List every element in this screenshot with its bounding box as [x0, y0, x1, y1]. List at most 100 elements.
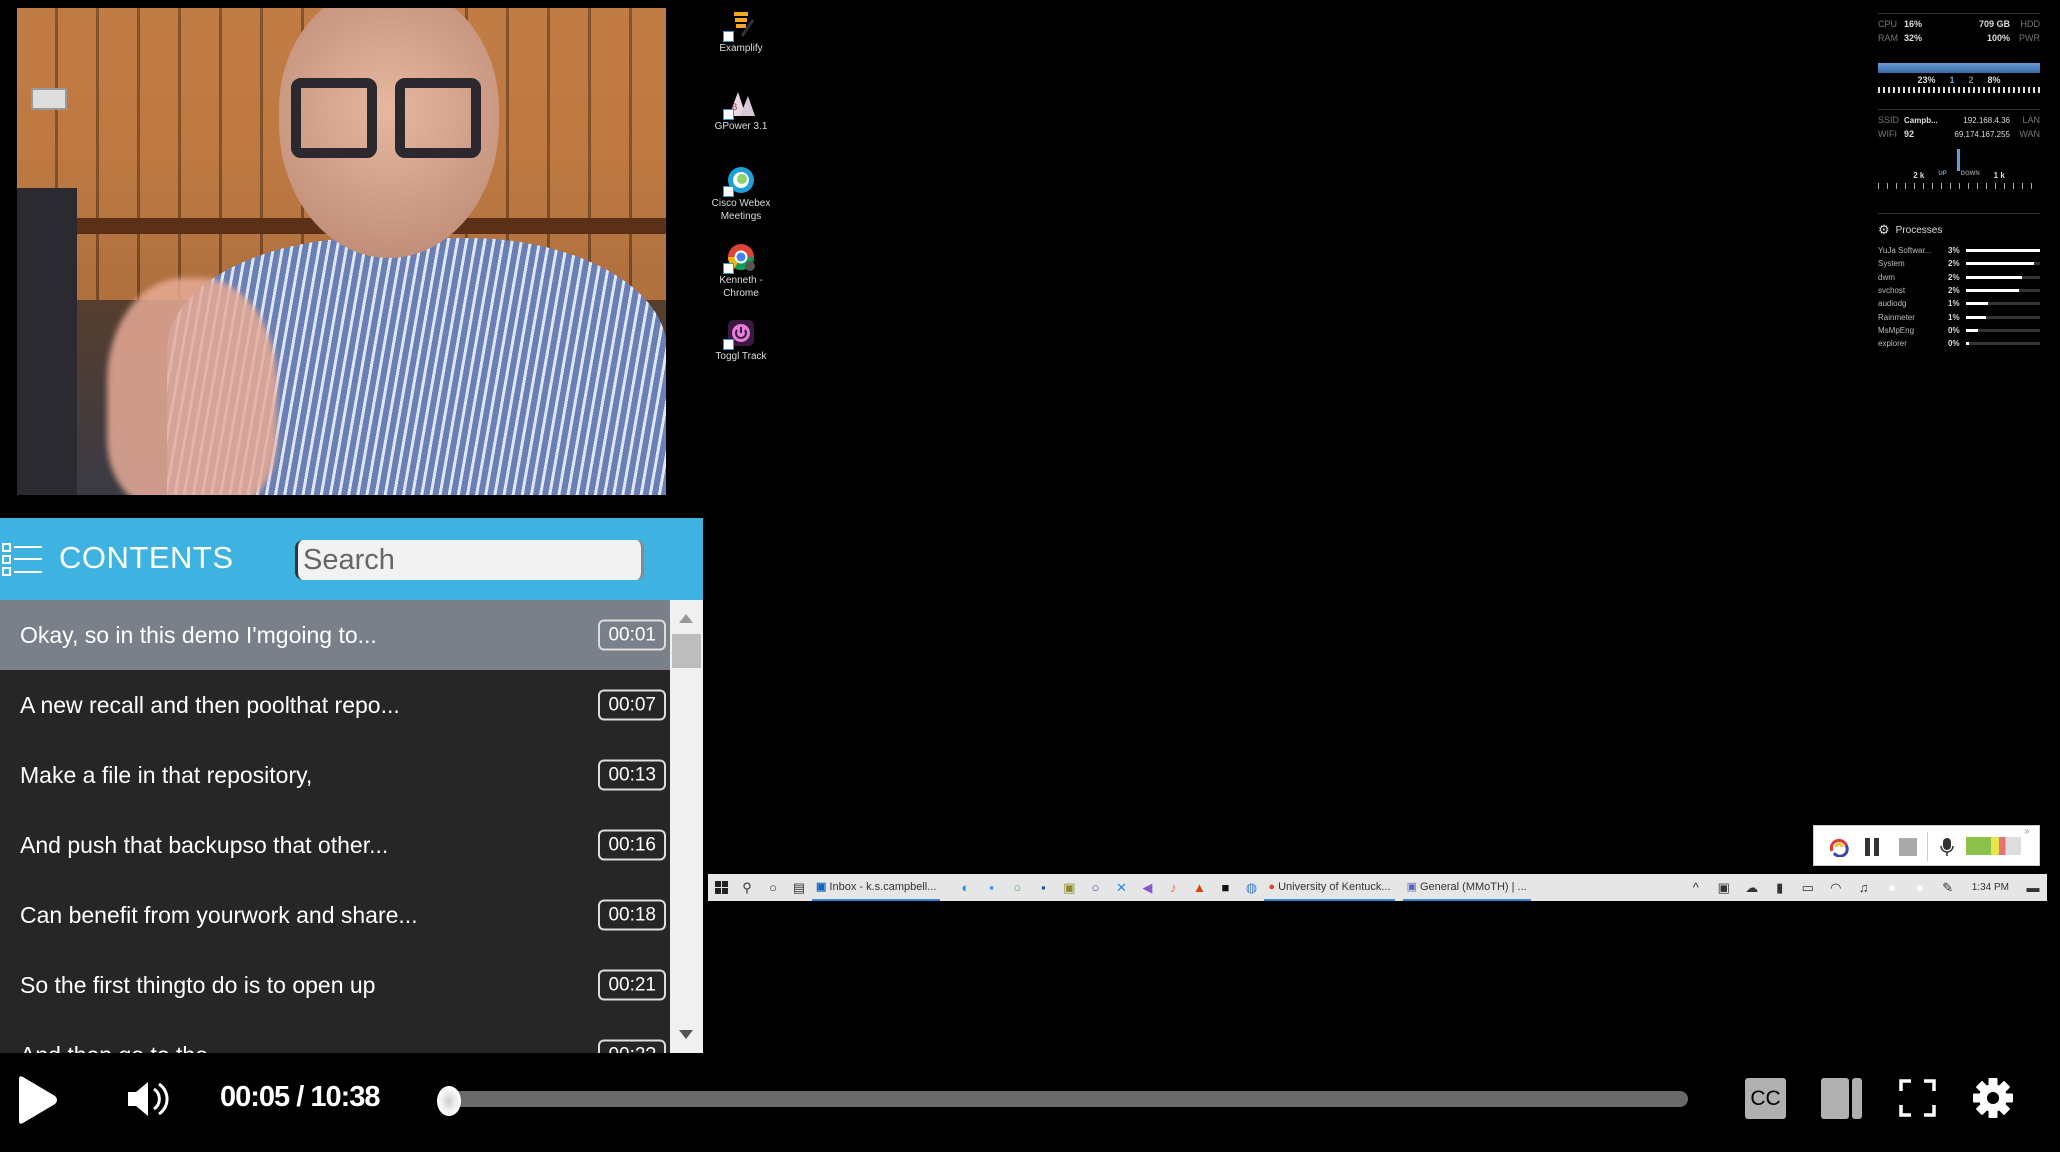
- processes-title: Processes: [1895, 224, 1943, 236]
- spotify-icon[interactable]: ○: [1004, 874, 1030, 901]
- matlab-icon[interactable]: ▲: [1186, 874, 1212, 901]
- webex-icon: [723, 165, 756, 197]
- closed-captions-button[interactable]: CC: [1745, 1078, 1786, 1119]
- cloud-icon[interactable]: ●: [1906, 874, 1934, 901]
- task-view-icon[interactable]: ▤: [786, 874, 812, 901]
- time-display: 00:05 / 10:38: [220, 1081, 381, 1113]
- contents-list-item[interactable]: Make a file in that repository, 00:13: [0, 740, 670, 810]
- wifi-label: WIFI: [1878, 129, 1897, 139]
- pwr-value: 100%: [1986, 33, 2010, 43]
- download-value: 1 k: [1993, 171, 2005, 180]
- cloud-icon[interactable]: ●: [1878, 874, 1906, 901]
- layout-toggle-button[interactable]: [1821, 1078, 1862, 1119]
- search-input[interactable]: [295, 540, 644, 580]
- onedrive-icon[interactable]: ☁: [1738, 874, 1766, 901]
- download-graph: [1878, 183, 2040, 189]
- search-icon[interactable]: ⚲: [734, 874, 760, 901]
- process-name: MsMpEng: [1878, 325, 1915, 335]
- progress-track[interactable]: [439, 1091, 1688, 1107]
- divider: [1878, 13, 2040, 14]
- cpu-graph-line: [1878, 63, 2040, 73]
- desktop-icon-chrome[interactable]: Kenneth - Chrome: [705, 242, 777, 300]
- visual-studio-icon[interactable]: ◀: [1134, 874, 1160, 901]
- app-icon[interactable]: ♪: [1160, 874, 1186, 901]
- stop-icon[interactable]: [1898, 837, 1918, 857]
- progress-thumb[interactable]: [436, 1086, 461, 1116]
- onenote-icon[interactable]: ○: [1082, 874, 1108, 901]
- cpu-value: 16%: [1904, 19, 1923, 29]
- desktop-icon-examplify[interactable]: Examplify: [705, 10, 777, 55]
- contents-list-item[interactable]: Can benefit from yourwork and share... 00…: [0, 880, 670, 950]
- expand-icon[interactable]: »: [2024, 826, 2030, 837]
- process-usage-track: [1966, 315, 2040, 319]
- core1-value: 23%: [1917, 75, 1936, 85]
- pen-icon[interactable]: ✎: [1934, 874, 1962, 901]
- taskbar-clock[interactable]: 1:34 PM: [1962, 882, 2019, 893]
- timestamp-badge[interactable]: 00:16: [598, 829, 666, 861]
- scrollbar[interactable]: [670, 600, 703, 1053]
- caption-text: And then go to the...: [20, 1042, 227, 1054]
- process-usage-fill: [1966, 302, 1989, 306]
- process-name: YuJa Softwar...: [1878, 246, 1932, 256]
- volume-icon[interactable]: ♫: [1850, 874, 1878, 901]
- progress-bar[interactable]: [425, 1086, 1688, 1116]
- process-row: Rainmeter 1%: [1878, 310, 2040, 323]
- timestamp-badge[interactable]: 00:18: [598, 899, 666, 931]
- word-icon[interactable]: ▪: [1030, 874, 1056, 901]
- contents-list-item[interactable]: So the first thingto do is to open up 00:…: [0, 950, 670, 1020]
- play-button[interactable]: [15, 1075, 59, 1125]
- taskbar-app-outlook[interactable]: ▣ Inbox - k.s.campbell...: [812, 874, 941, 901]
- process-usage-track: [1966, 262, 2040, 266]
- scrollbar-thumb[interactable]: [672, 634, 701, 668]
- contents-list-item[interactable]: And push that backupso that other... 00:1…: [0, 810, 670, 880]
- volume-button[interactable]: [126, 1079, 171, 1119]
- globe-icon[interactable]: ◍: [1238, 874, 1264, 901]
- timestamp-badge[interactable]: 00:01: [598, 619, 666, 651]
- microphone-icon[interactable]: ▮: [1766, 874, 1794, 901]
- process-usage-fill: [1966, 262, 2035, 266]
- divider: [1878, 109, 2040, 110]
- timestamp-badge[interactable]: 00:2?: [598, 1039, 666, 1053]
- notes-icon[interactable]: ▣: [1056, 874, 1082, 901]
- windows-start-icon[interactable]: [708, 874, 734, 901]
- outlook-icon: ▣: [816, 881, 827, 893]
- desktop-icon-toggl[interactable]: Toggl Track: [705, 318, 777, 363]
- taskbar-app-teams[interactable]: ▣ General (MMoTH) | ...: [1402, 874, 1531, 901]
- notifications-icon[interactable]: ▬: [2019, 874, 2047, 901]
- mail-icon[interactable]: ▪: [978, 874, 1004, 901]
- desktop-icon-webex[interactable]: Cisco Webex Meetings: [705, 165, 777, 223]
- contents-list-item[interactable]: And then go to the... 00:2?: [0, 1020, 670, 1053]
- battery-icon[interactable]: ▭: [1794, 874, 1822, 901]
- wifi-icon[interactable]: ◠: [1822, 874, 1850, 901]
- timestamp-badge[interactable]: 00:21: [598, 969, 666, 1001]
- contents-list-item[interactable]: Okay, so in this demo I'mgoing to... 00:0…: [0, 600, 670, 670]
- process-percent: 1%: [1948, 312, 1960, 322]
- cpu-hdd-row: CPU 16% 709 GB HDD: [1878, 17, 2040, 31]
- scroll-up-arrow-icon[interactable]: [679, 614, 693, 623]
- taskbar-app-chrome[interactable]: ● University of Kentuck...: [1264, 874, 1395, 901]
- tray-app-icon[interactable]: ▣: [1710, 874, 1738, 901]
- process-percent: 1%: [1948, 299, 1960, 309]
- chevron-up-icon[interactable]: ^: [1682, 874, 1710, 901]
- caption-text: So the first thingto do is to open up: [20, 971, 376, 998]
- recorder-widget: »: [1813, 825, 2040, 866]
- desktop-icon-gpower[interactable]: β GPower 3.1: [705, 88, 777, 133]
- cortana-icon[interactable]: ○: [760, 874, 786, 901]
- process-row: audiodg 1%: [1878, 297, 2040, 310]
- scroll-down-arrow-icon[interactable]: [679, 1030, 693, 1039]
- cpu-graph: 23% 1 2 8%: [1878, 53, 2040, 99]
- settings-gear-button[interactable]: [1972, 1077, 2014, 1119]
- process-name: explorer: [1878, 339, 1907, 349]
- pause-icon[interactable]: [1864, 837, 1880, 857]
- process-row: MsMpEng 0%: [1878, 324, 2040, 337]
- fullscreen-button[interactable]: [1899, 1079, 1936, 1117]
- process-row: explorer 0%: [1878, 337, 2040, 350]
- terminal-icon[interactable]: ■: [1212, 874, 1238, 901]
- app-label: Inbox - k.s.campbell...: [829, 880, 937, 893]
- timestamp-badge[interactable]: 00:07: [598, 689, 666, 721]
- timestamp-badge[interactable]: 00:13: [598, 759, 666, 791]
- vscode-icon[interactable]: ✕: [1108, 874, 1134, 901]
- contents-list-item[interactable]: A new recall and then poolthat repo... 00…: [0, 670, 670, 740]
- edge-icon[interactable]: ◐: [952, 874, 978, 901]
- process-usage-track: [1966, 289, 2040, 293]
